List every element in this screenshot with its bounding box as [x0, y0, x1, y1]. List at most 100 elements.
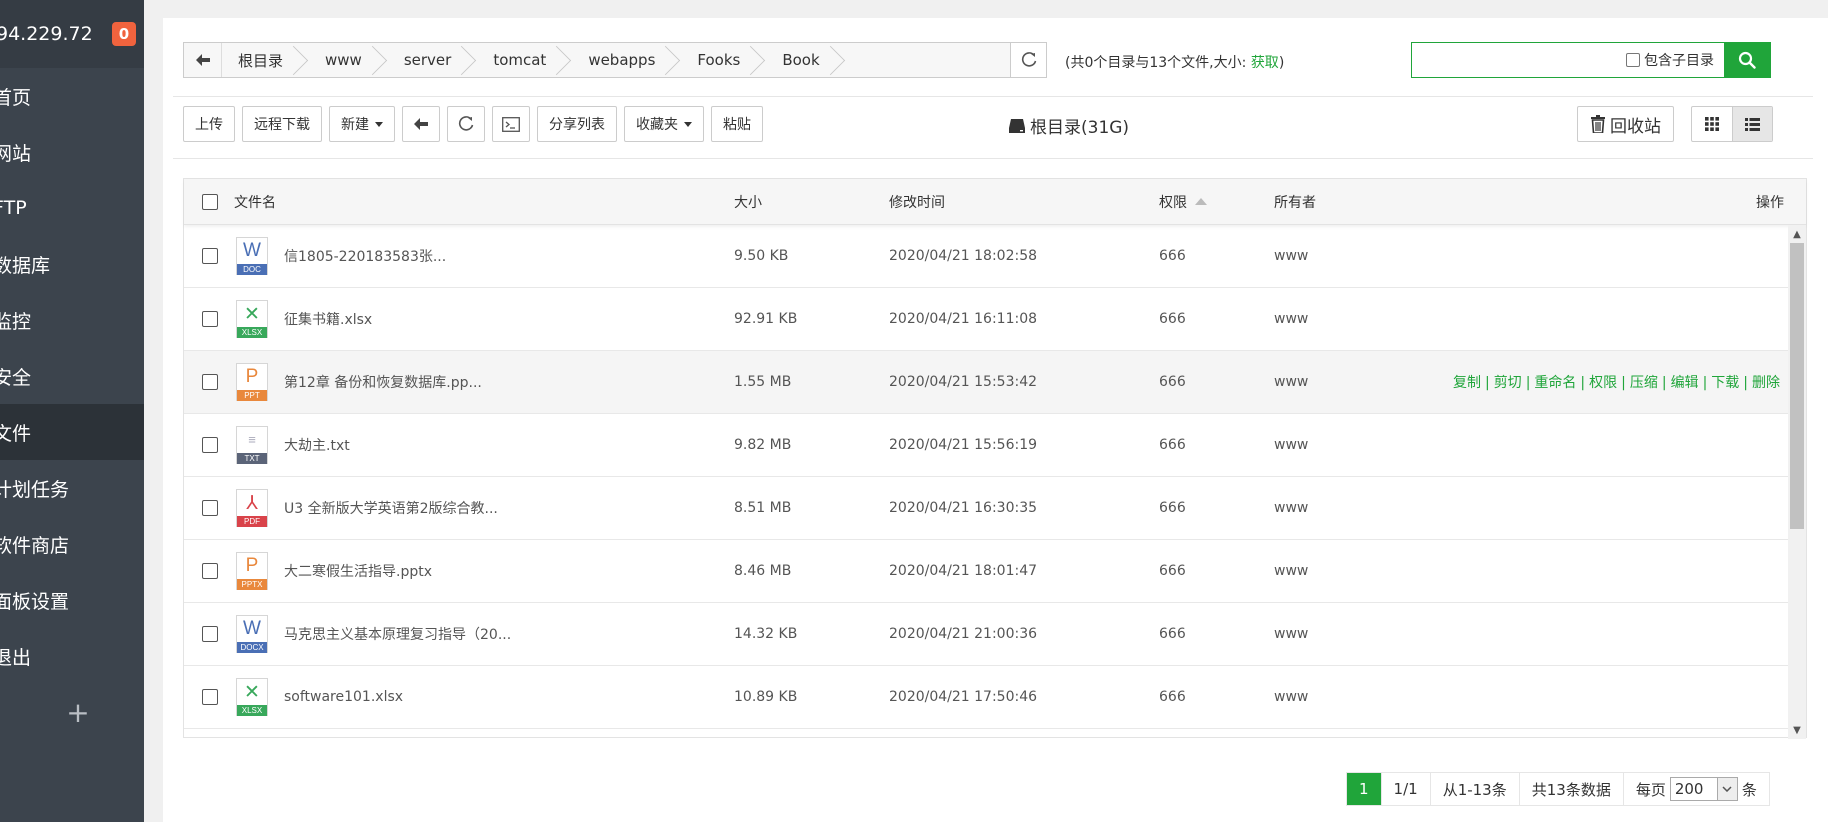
refresh-button[interactable] — [447, 106, 485, 142]
checkbox-box[interactable] — [202, 500, 218, 516]
include-subdir-checkbox[interactable]: 包含子目录 — [1626, 43, 1724, 77]
header-owner[interactable]: 所有者 — [1274, 192, 1424, 212]
share-list-button[interactable]: 分享列表 — [537, 106, 617, 142]
checkbox-box[interactable] — [202, 437, 218, 453]
notification-badge[interactable]: 0 — [112, 22, 136, 46]
file-perm[interactable]: 666 — [1159, 626, 1274, 642]
paste-button[interactable]: 粘贴 — [711, 106, 763, 142]
path-back-button[interactable] — [184, 43, 222, 77]
compress-link[interactable]: 压缩 — [1630, 375, 1658, 391]
file-name[interactable]: 大劫主.txt — [284, 435, 350, 455]
row-checkbox[interactable] — [184, 437, 234, 453]
file-name-cell[interactable]: P PPT 第12章 备份和恢复数据库.pp... — [234, 363, 734, 401]
crumb-server[interactable]: server — [388, 43, 477, 77]
table-row[interactable]: W DOCX 马克思主义基本原理复习指导（20... 14.32 KB 2020/… — [184, 603, 1790, 666]
checkbox-box[interactable] — [202, 689, 218, 705]
file-perm[interactable]: 666 — [1159, 437, 1274, 453]
checkbox-box[interactable] — [1626, 53, 1640, 67]
favorites-dropdown-button[interactable]: 收藏夹 — [624, 106, 704, 142]
sidebar-item-database[interactable]: 数据库 — [0, 236, 144, 292]
row-checkbox[interactable] — [184, 374, 234, 390]
row-checkbox[interactable] — [184, 311, 234, 327]
file-name[interactable]: 征集书籍.xlsx — [284, 309, 372, 329]
get-size-link[interactable]: 获取 — [1251, 55, 1279, 71]
rename-link[interactable]: 重命名 — [1534, 375, 1576, 391]
header-size[interactable]: 大小 — [734, 192, 889, 212]
remote-download-button[interactable]: 远程下载 — [242, 106, 322, 142]
permission-link[interactable]: 权限 — [1589, 375, 1617, 391]
crumb-tomcat[interactable]: tomcat — [477, 43, 572, 77]
file-name-cell[interactable]: ≡ TXT 大劫主.txt — [234, 426, 734, 464]
page-current[interactable]: 1 — [1347, 773, 1382, 805]
cut-link[interactable]: 剪切 — [1494, 375, 1522, 391]
crumb-fooks[interactable]: Fooks — [681, 43, 766, 77]
file-name[interactable]: 大二寒假生活指导.pptx — [284, 561, 432, 581]
checkbox-box[interactable] — [202, 193, 218, 210]
table-row[interactable]: ≡ TXT 大劫主.txt 9.82 MB 2020/04/21 15:56:19… — [184, 414, 1790, 477]
table-row[interactable]: ✕ XLSX software101.xlsx 10.89 KB 2020/04/… — [184, 666, 1790, 729]
checkbox-box[interactable] — [202, 374, 218, 390]
crumb-root[interactable]: 根目录 — [222, 43, 309, 77]
sidebar-item-monitor[interactable]: 监控 — [0, 292, 144, 348]
checkbox-box[interactable] — [202, 311, 218, 327]
search-input[interactable] — [1412, 43, 1626, 77]
file-name[interactable]: 马克思主义基本原理复习指导（20... — [284, 624, 511, 644]
add-menu-button[interactable]: + — [0, 684, 144, 740]
file-name-cell[interactable]: W DOC 信1805-220183583张... — [234, 237, 734, 275]
row-checkbox[interactable] — [184, 626, 234, 642]
row-checkbox[interactable] — [184, 500, 234, 516]
table-row[interactable]: P PPT 第12章 备份和恢复数据库.pp... 1.55 MB 2020/04… — [184, 351, 1790, 414]
sidebar-item-home[interactable]: 首页 — [0, 68, 144, 124]
search-button[interactable] — [1724, 43, 1770, 77]
sidebar-item-files[interactable]: 文件 — [0, 404, 144, 460]
sidebar-item-security[interactable]: 安全 — [0, 348, 144, 404]
file-name[interactable]: software101.xlsx — [284, 689, 403, 705]
file-name[interactable]: 第12章 备份和恢复数据库.pp... — [284, 372, 482, 392]
sidebar-item-logout[interactable]: 退出 — [0, 628, 144, 684]
row-checkbox[interactable] — [184, 248, 234, 264]
disk-selector[interactable]: 根目录(31G) — [1008, 113, 1129, 138]
recycle-bin-button[interactable]: 回收站 — [1577, 106, 1674, 142]
file-name-cell[interactable]: ✕ XLSX software101.xlsx — [234, 678, 734, 716]
sidebar-item-cron[interactable]: 计划任务 — [0, 460, 144, 516]
table-scrollbar[interactable]: ▲ ▼ — [1788, 225, 1806, 739]
header-name[interactable]: 文件名 — [234, 192, 734, 212]
file-name-cell[interactable]: ⅄ PDF U3 全新版大学英语第2版综合教... — [234, 489, 734, 527]
table-row[interactable]: P PPTX 大二寒假生活指导.pptx 8.46 MB 2020/04/21 1… — [184, 540, 1790, 603]
terminal-button[interactable] — [492, 106, 530, 142]
file-perm[interactable]: 666 — [1159, 500, 1274, 516]
per-page-select[interactable]: 200 — [1669, 777, 1738, 801]
sidebar-item-store[interactable]: 软件商店 — [0, 516, 144, 572]
row-checkbox[interactable] — [184, 689, 234, 705]
crumb-www[interactable]: www — [309, 43, 388, 77]
checkbox-box[interactable] — [202, 626, 218, 642]
header-time[interactable]: 修改时间 — [889, 192, 1159, 212]
table-row[interactable]: W DOC 信1805-220183583张... 9.50 KB 2020/04… — [184, 225, 1790, 288]
file-name[interactable]: U3 全新版大学英语第2版综合教... — [284, 498, 498, 518]
select-all-checkbox[interactable] — [184, 193, 234, 210]
file-name-cell[interactable]: P PPTX 大二寒假生活指导.pptx — [234, 552, 734, 590]
copy-link[interactable]: 复制 — [1453, 375, 1481, 391]
checkbox-box[interactable] — [202, 563, 218, 579]
download-link[interactable]: 下载 — [1711, 375, 1739, 391]
file-perm[interactable]: 666 — [1159, 374, 1274, 390]
scroll-up-icon[interactable]: ▲ — [1788, 225, 1806, 243]
crumb-book[interactable]: Book — [766, 43, 845, 77]
edit-link[interactable]: 编辑 — [1671, 375, 1699, 391]
file-name-cell[interactable]: W DOCX 马克思主义基本原理复习指导（20... — [234, 615, 734, 653]
back-button[interactable] — [402, 106, 440, 142]
sidebar-item-settings[interactable]: 面板设置 — [0, 572, 144, 628]
sidebar-item-ftp[interactable]: FTP — [0, 180, 144, 236]
scroll-down-icon[interactable]: ▼ — [1788, 721, 1806, 739]
file-name-cell[interactable]: ✕ XLSX 征集书籍.xlsx — [234, 300, 734, 338]
file-perm[interactable]: 666 — [1159, 563, 1274, 579]
crumb-webapps[interactable]: webapps — [572, 43, 681, 77]
upload-button[interactable]: 上传 — [183, 106, 235, 142]
grid-view-button[interactable] — [1692, 107, 1732, 141]
delete-link[interactable]: 删除 — [1752, 375, 1780, 391]
file-perm[interactable]: 666 — [1159, 248, 1274, 264]
header-perm[interactable]: 权限 — [1159, 192, 1274, 212]
table-row[interactable]: ⅄ PDF U3 全新版大学英语第2版综合教... 8.51 MB 2020/04… — [184, 477, 1790, 540]
new-dropdown-button[interactable]: 新建 — [329, 106, 395, 142]
table-row[interactable]: ✕ XLSX 征集书籍.xlsx 92.91 KB 2020/04/21 16:1… — [184, 288, 1790, 351]
